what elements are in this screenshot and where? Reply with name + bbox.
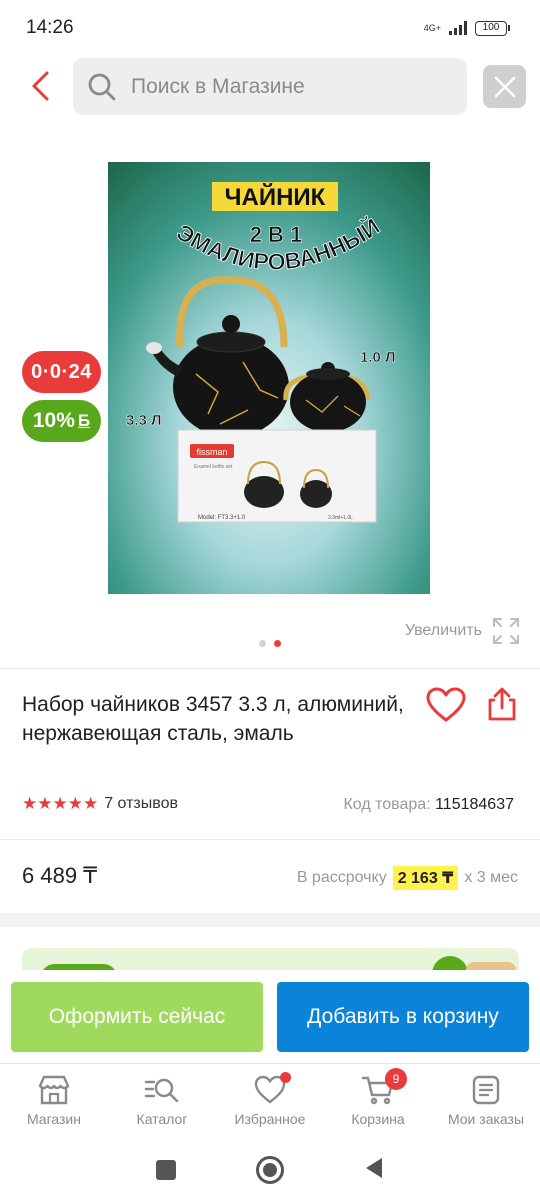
nav-item-store[interactable]: Магазин bbox=[0, 1064, 108, 1139]
sku-label: Код товара: bbox=[343, 796, 436, 813]
rating-row[interactable]: ★★★★★ 7 отзывов bbox=[22, 794, 178, 814]
search-icon bbox=[88, 73, 116, 100]
image-title-line1: ЧАЙНИК bbox=[225, 183, 326, 211]
bottom-nav: Магазин Каталог Избранное 9 Корзина Мои … bbox=[0, 1063, 540, 1139]
image-title-line2: 2 В 1 bbox=[250, 222, 303, 247]
box-caption: Enamel kettle set bbox=[194, 464, 233, 470]
nav-item-catalog[interactable]: Каталог bbox=[108, 1064, 216, 1139]
bonus-badge: 10% Б bbox=[22, 400, 101, 442]
close-search-button[interactable] bbox=[483, 65, 526, 108]
nav-item-orders[interactable]: Мои заказы bbox=[432, 1064, 540, 1139]
back-system-button[interactable] bbox=[364, 1156, 384, 1185]
volume-small-label: 1.0 Л bbox=[360, 349, 396, 366]
heart-icon bbox=[426, 687, 466, 722]
battery-level: 100 bbox=[475, 20, 507, 36]
share-icon bbox=[488, 687, 516, 721]
box-brand: fissman bbox=[196, 447, 227, 457]
status-indicators: 4G+ 100 bbox=[423, 20, 510, 36]
status-time: 14:26 bbox=[26, 17, 74, 38]
sku-value: 115184637 bbox=[435, 796, 514, 813]
carousel-dots bbox=[259, 640, 281, 647]
timer-badge: 0·0·24 bbox=[22, 351, 101, 393]
product-title: Набор чайников 3457 3.3 л, алюминий, нер… bbox=[22, 693, 404, 745]
close-icon bbox=[494, 76, 515, 97]
zoom-label: Увеличить bbox=[404, 622, 482, 639]
star-rating: ★★★★★ bbox=[22, 794, 99, 813]
nav-label-store: Магазин bbox=[26, 1111, 81, 1127]
back-button[interactable] bbox=[18, 63, 62, 109]
bonus-currency: Б bbox=[77, 411, 91, 430]
store-icon bbox=[38, 1075, 70, 1105]
orders-list-icon bbox=[472, 1075, 500, 1105]
bonus-percent: 10% bbox=[32, 409, 75, 432]
installment-term: x 3 мес bbox=[464, 869, 518, 886]
nav-item-favorites[interactable]: Избранное bbox=[216, 1064, 324, 1139]
recent-apps-button[interactable] bbox=[156, 1160, 176, 1180]
signal-strength-icon bbox=[449, 21, 467, 35]
installment-info[interactable]: В рассрочку 2 163 ₸ x 3 мес bbox=[297, 866, 518, 890]
share-button[interactable] bbox=[484, 686, 520, 722]
nav-label-cart: Корзина bbox=[351, 1111, 405, 1127]
search-input[interactable] bbox=[131, 74, 431, 99]
sku-row: Код товара: 115184637 bbox=[343, 796, 514, 814]
favorite-button[interactable] bbox=[426, 687, 466, 723]
add-to-cart-button[interactable]: Добавить в корзину bbox=[277, 982, 529, 1052]
triangle-back-icon bbox=[366, 1157, 382, 1178]
nav-label-catalog: Каталог bbox=[136, 1111, 188, 1127]
installment-label: В рассрочку bbox=[296, 869, 387, 886]
status-bar: 14:26 4G+ 100 bbox=[0, 0, 540, 56]
carousel-dot-active[interactable] bbox=[274, 640, 281, 647]
divider bbox=[0, 668, 540, 669]
box-model: Model: FT3.3+1.0 bbox=[198, 515, 246, 521]
product-photo: ЧАЙНИК 2 В 1 ЭМАЛИРОВАННЫЙ 1.0 Л 3.3 Л f… bbox=[108, 162, 430, 594]
section-divider bbox=[0, 913, 540, 927]
cart-count-badge: 9 bbox=[385, 1068, 407, 1090]
search-bar[interactable] bbox=[73, 58, 467, 115]
action-bar: Оформить сейчас Добавить в корзину bbox=[0, 970, 540, 1062]
system-nav bbox=[0, 1140, 540, 1200]
search-header bbox=[0, 57, 540, 117]
home-button[interactable] bbox=[256, 1156, 284, 1184]
carousel-dot[interactable] bbox=[259, 640, 266, 647]
reviews-link[interactable]: 7 отзывов bbox=[104, 795, 178, 813]
battery-icon: 100 bbox=[475, 20, 510, 36]
expand-icon bbox=[493, 618, 519, 644]
box-volume: 3.3ml+1.0L bbox=[328, 515, 353, 521]
nav-label-favorites: Избранное bbox=[234, 1111, 306, 1127]
chevron-left-icon bbox=[32, 71, 49, 101]
product-image[interactable]: ЧАЙНИК 2 В 1 ЭМАЛИРОВАННЫЙ 1.0 Л 3.3 Л f… bbox=[108, 162, 430, 594]
nav-label-orders: Мои заказы bbox=[447, 1111, 525, 1127]
nav-item-cart[interactable]: 9 Корзина bbox=[324, 1064, 432, 1139]
installment-amount: 2 163 ₸ bbox=[392, 866, 459, 890]
network-type: 4G+ bbox=[423, 22, 441, 33]
favorites-notification-dot bbox=[280, 1072, 291, 1083]
zoom-button[interactable]: Увеличить bbox=[405, 617, 520, 645]
checkout-now-button[interactable]: Оформить сейчас bbox=[11, 982, 263, 1052]
divider bbox=[0, 839, 540, 840]
catalog-search-icon bbox=[144, 1078, 179, 1103]
volume-large-label: 3.3 Л bbox=[126, 412, 162, 429]
product-price: 6 489 ₸ bbox=[22, 863, 98, 888]
